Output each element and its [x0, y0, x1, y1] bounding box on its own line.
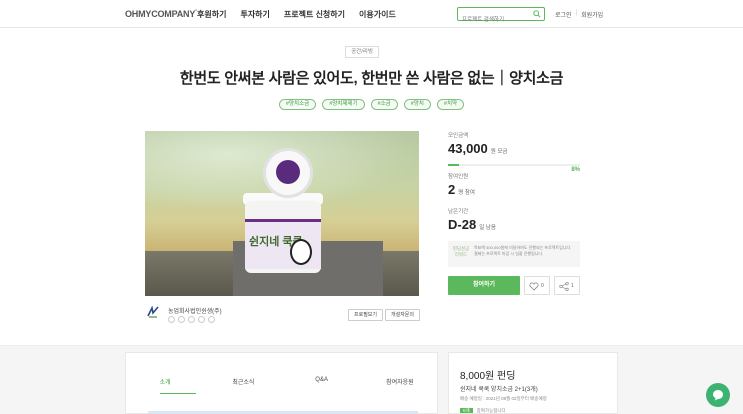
share-button[interactable]: 1	[554, 276, 580, 295]
nav-item-invest[interactable]: 투자하기	[240, 9, 269, 20]
backers-label: 참여인원	[448, 174, 469, 180]
tag-item[interactable]: #양치제제기	[322, 99, 365, 110]
project-main-image: 쉰지네 쿡쿡	[145, 131, 419, 296]
tag-item[interactable]: #소금	[370, 99, 398, 110]
login-link[interactable]: 로그인	[555, 10, 572, 19]
tag-item[interactable]: #양치소금	[278, 99, 317, 110]
category-badge[interactable]: 공간/리빙	[345, 46, 379, 58]
maker-social-links	[168, 316, 215, 323]
twitter-icon[interactable]	[198, 316, 205, 323]
active-tab-indicator	[160, 393, 196, 394]
tab-intro[interactable]: 소개	[126, 377, 204, 386]
facebook-icon[interactable]	[188, 316, 195, 323]
like-button[interactable]: 0	[524, 276, 550, 295]
reward-availability: 0개 참여가능합니다	[460, 408, 506, 414]
site-logo[interactable]: OHMYCOMPANY°	[125, 9, 197, 19]
inquiry-button[interactable]: 개설자문의	[385, 309, 421, 321]
backers-block: 참여인원 2명 참여	[448, 172, 475, 197]
days-block: 남은기간 D-28 일 남음	[448, 207, 496, 232]
reward-availability-text: 참여가능합니다	[476, 408, 506, 413]
nav-item-support[interactable]: 후원하기	[197, 9, 226, 20]
chat-button[interactable]	[706, 383, 730, 407]
content-tabs: 소개 최근소식 Q&A 참여자응원	[126, 377, 439, 386]
progress-percent: 8%	[571, 167, 580, 173]
share-count: 1	[571, 283, 574, 289]
progress-fill	[448, 164, 459, 166]
chat-icon	[713, 390, 723, 401]
share-icon	[559, 282, 569, 291]
days-value: D-28 일 남음	[448, 217, 496, 232]
tab-news[interactable]: 최근소식	[204, 377, 282, 386]
divider: |	[575, 10, 578, 16]
notice-badge: 펀딩성공리워드	[452, 246, 470, 257]
notice-text: 목표액 500,000원에 미달하여도 진행되는 프로젝트입니다. 결제는 프로…	[474, 245, 572, 256]
search-box	[457, 7, 545, 26]
home-icon[interactable]	[168, 316, 175, 323]
signup-link[interactable]: 회원가입	[581, 10, 603, 19]
project-title: 한번도 안써본 사람은 있어도, 한번만 쓴 사람은 없는｜양치소금	[179, 70, 564, 87]
search-icon[interactable]	[533, 10, 541, 18]
auth-links: 로그인 | 회원가입	[555, 10, 603, 19]
reward-shipping: 배송 예정일 : 2021년 08월 02일부터 배송예정	[460, 396, 547, 401]
reward-name: 쉰지네 쿡쿡 양치소금 2+1(3개)	[460, 387, 538, 393]
backers-value: 2명 참여	[448, 182, 475, 197]
blog-icon[interactable]	[178, 316, 185, 323]
top-header: OHMYCOMPANY° 후원하기 투자하기 프로젝트 신청하기 이용가이드 로…	[0, 0, 743, 28]
profile-button[interactable]: 프로필보기	[348, 309, 384, 321]
instagram-icon[interactable]	[208, 316, 215, 323]
reward-count-badge: 0개	[460, 408, 473, 413]
maker-name[interactable]: 농업회사법인쉰생(주)	[168, 306, 222, 315]
tab-cheers[interactable]: 참여자응원	[361, 377, 439, 386]
funding-notice: 펀딩성공리워드 목표액 500,000원에 미달하여도 진행되는 프로젝트입니다…	[448, 241, 580, 267]
days-unit: 일 남음	[479, 225, 496, 231]
progress-bar	[448, 164, 580, 166]
reward-card[interactable]: 8,000원 펀딩 쉰지네 쿡쿡 양치소금 2+1(3개) 배송 예정일 : 2…	[448, 352, 618, 414]
like-count: 0	[541, 283, 544, 289]
tag-list: #양치소금 #양치제제기 #소금 #양치 #치약	[0, 99, 743, 110]
character-face	[290, 239, 312, 265]
amount-value: 43,000 원 모금	[448, 141, 508, 156]
lid-logo	[276, 160, 300, 184]
main-nav: 후원하기 투자하기 프로젝트 신청하기 이용가이드	[197, 9, 396, 20]
maker-logo[interactable]	[146, 305, 160, 319]
content-tabs-card: 소개 최근소식 Q&A 참여자응원	[125, 352, 438, 414]
tag-item[interactable]: #치약	[436, 99, 465, 110]
tag-item[interactable]: #양치	[403, 99, 431, 110]
days-label: 남은기간	[448, 209, 469, 215]
heart-icon	[529, 282, 539, 291]
amount-label: 모인금액	[448, 133, 469, 139]
search-input[interactable]	[458, 14, 528, 26]
backers-unit: 명 참여	[458, 190, 475, 196]
amount-unit: 원 모금	[490, 149, 508, 155]
reward-amount: 8,000원 펀딩	[460, 371, 516, 382]
tab-qna[interactable]: Q&A	[283, 377, 361, 386]
amount-block: 모인금액 43,000 원 모금	[448, 131, 507, 156]
participate-button[interactable]: 참여하기	[448, 276, 520, 295]
nav-item-apply-project[interactable]: 프로젝트 신청하기	[284, 9, 345, 20]
nav-item-guide[interactable]: 이용가이드	[359, 9, 396, 20]
